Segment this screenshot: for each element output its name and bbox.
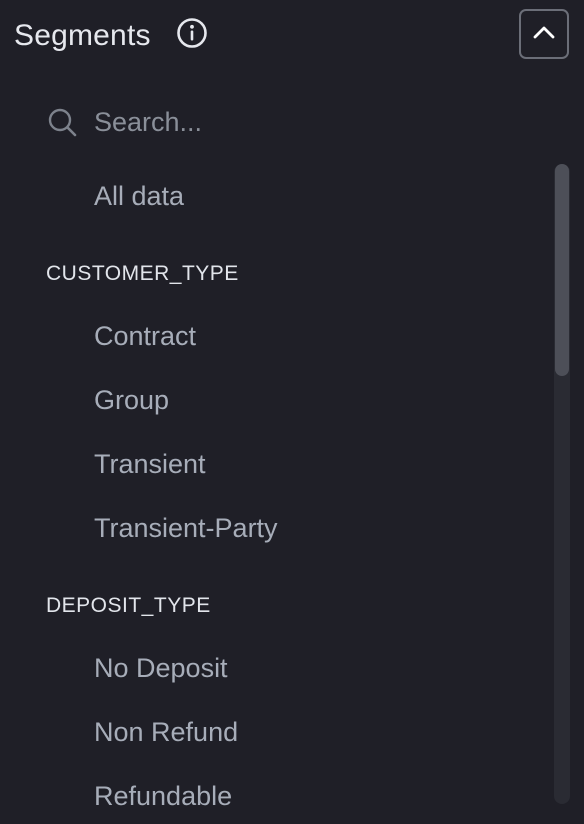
list-item-transient-party[interactable]: Transient-Party (94, 510, 278, 546)
list-item-all-data[interactable]: All data (94, 178, 184, 214)
segment-list: All data CUSTOMER_TYPE Contract Group Tr… (0, 160, 550, 824)
search-input[interactable] (94, 100, 514, 144)
panel-title: Segments (14, 19, 151, 52)
group-label-customer-type: CUSTOMER_TYPE (46, 262, 239, 285)
list-item-non-refund[interactable]: Non Refund (94, 714, 238, 750)
collapse-button[interactable] (519, 9, 569, 59)
search-icon (46, 106, 78, 138)
list-item-transient[interactable]: Transient (94, 446, 206, 482)
list-item-no-deposit[interactable]: No Deposit (94, 650, 228, 686)
scrollbar-thumb[interactable] (555, 164, 569, 376)
list-item-contract[interactable]: Contract (94, 318, 196, 354)
search-box (46, 100, 526, 144)
group-label-deposit-type: DEPOSIT_TYPE (46, 594, 211, 617)
list-item-group[interactable]: Group (94, 382, 169, 418)
chevron-up-icon (533, 25, 555, 44)
panel-header: Segments (0, 0, 584, 80)
list-item-refundable[interactable]: Refundable (94, 778, 232, 814)
info-icon[interactable] (176, 17, 208, 49)
segments-panel: Segments All data CUSTOMER (0, 0, 584, 824)
